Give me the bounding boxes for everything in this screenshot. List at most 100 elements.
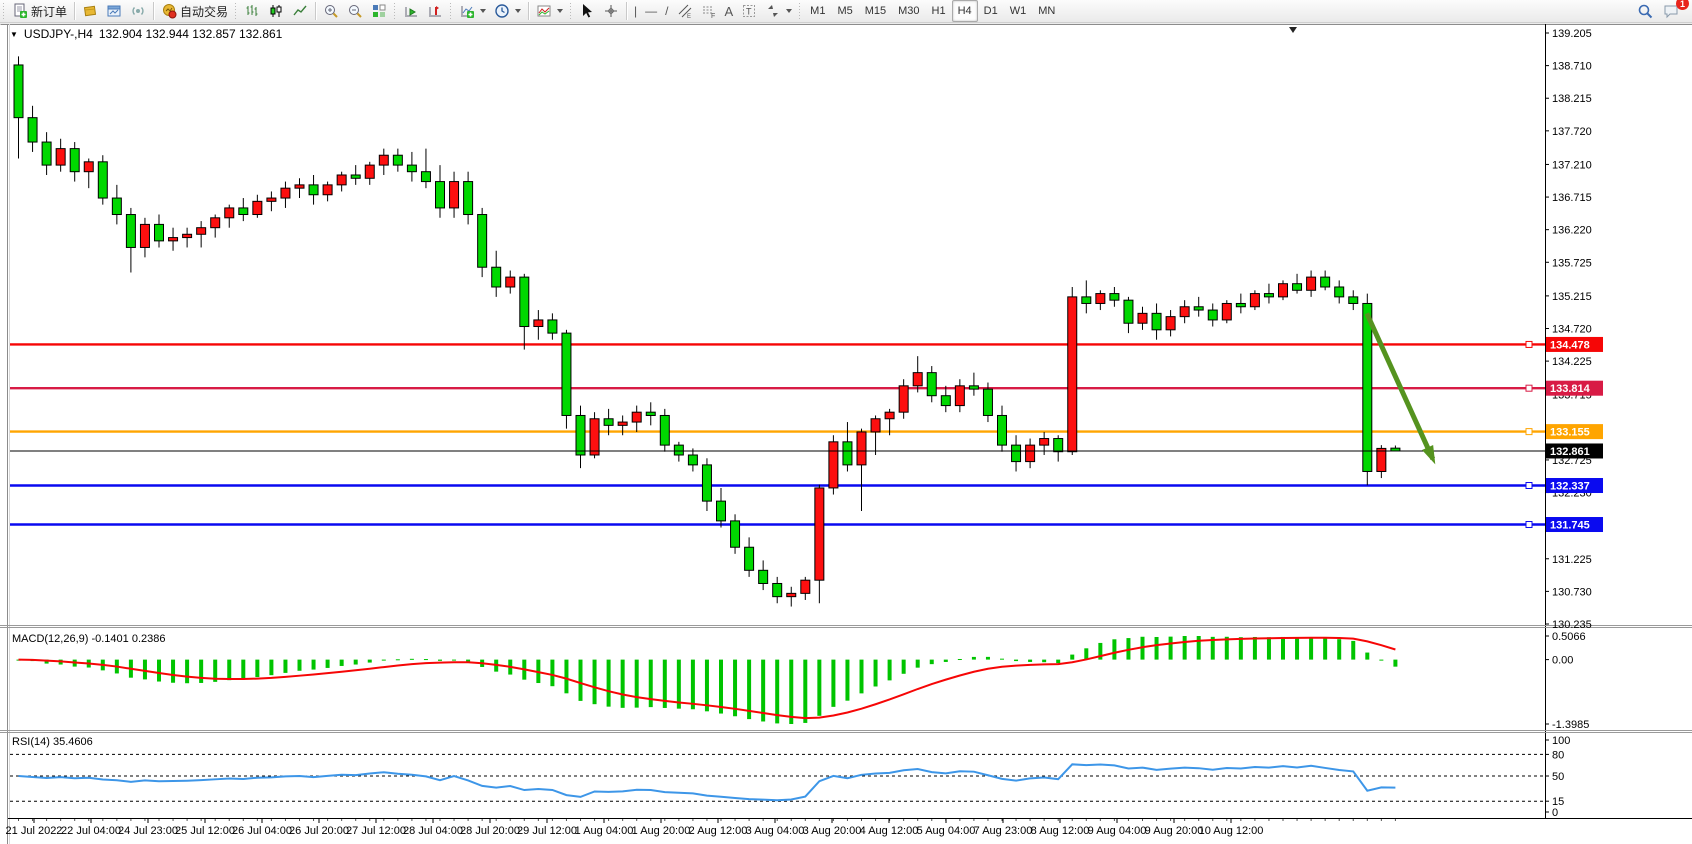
time-axis-label[interactable]: 4 Aug 12:00 — [860, 825, 919, 837]
svg-text:T: T — [746, 7, 752, 17]
time-axis-label[interactable]: 3 Aug 04:00 — [746, 825, 805, 837]
chart-window[interactable]: 139.205138.710138.215137.720137.210136.7… — [0, 24, 1692, 844]
chart-shift-marker-icon[interactable] — [1289, 27, 1297, 33]
time-axis-label[interactable]: 28 Jul 20:00 — [460, 825, 520, 837]
time-axis-label[interactable]: 3 Aug 20:00 — [803, 825, 862, 837]
candle-body — [225, 208, 234, 218]
timeframe-button-m1[interactable]: M1 — [804, 0, 831, 22]
time-axis-label[interactable]: 26 Jul 04:00 — [232, 825, 292, 837]
macd-histogram-bar — [1295, 637, 1299, 659]
zoom-in-button[interactable] — [319, 0, 343, 22]
label-tool-button[interactable]: T — [737, 0, 761, 22]
fibonacci-tool-button[interactable]: F — [697, 0, 721, 22]
chart-canvas[interactable]: 139.205138.710138.215137.720137.210136.7… — [0, 24, 1692, 844]
signal-button[interactable] — [126, 0, 150, 22]
hline-handle[interactable] — [1526, 522, 1532, 528]
indicators-button[interactable] — [455, 0, 490, 22]
candle-body — [548, 320, 557, 333]
rsi-axis-label: 80 — [1552, 749, 1564, 761]
sell-arrowhead[interactable] — [1422, 445, 1435, 464]
auto-scroll-button[interactable] — [399, 0, 423, 22]
timeframe-button-m15[interactable]: M15 — [859, 0, 892, 22]
macd-histogram-bar — [874, 660, 878, 687]
candle-chart-button[interactable] — [264, 0, 288, 22]
candle-body — [998, 415, 1007, 445]
candle-body — [1026, 445, 1035, 461]
bar-chart-button[interactable] — [240, 0, 264, 22]
timeframe-button-m30[interactable]: M30 — [892, 0, 925, 22]
trendline-tool-button[interactable]: / — [661, 0, 672, 22]
candle-body — [70, 149, 79, 172]
macd-histogram-bar — [382, 660, 386, 661]
arrows-tool-button[interactable] — [761, 0, 796, 22]
candle-body — [379, 155, 388, 165]
market-depth-icon — [82, 3, 98, 19]
time-axis-label[interactable]: 27 Jul 12:00 — [346, 825, 406, 837]
time-axis-label[interactable]: 10 Aug 12:00 — [1199, 825, 1264, 837]
time-axis-label[interactable]: 24 Jul 23:00 — [118, 825, 178, 837]
macd-histogram-bar — [860, 660, 864, 694]
hline-handle[interactable] — [1526, 429, 1532, 435]
macd-histogram-bar — [157, 660, 161, 682]
hline-tool-button[interactable]: — — [641, 0, 661, 22]
toolbar-grip[interactable] — [2, 3, 6, 19]
cursor-tool-button[interactable] — [575, 0, 599, 22]
timeframe-button-d1[interactable]: D1 — [978, 0, 1004, 22]
candle-body — [169, 238, 178, 241]
time-axis-label[interactable]: 22 Jul 04:00 — [61, 825, 121, 837]
crosshair-tool-button[interactable] — [599, 0, 623, 22]
time-axis-label[interactable]: 9 Aug 04:00 — [1088, 825, 1147, 837]
templates-button[interactable] — [532, 0, 567, 22]
notifications-button[interactable]: 1 — [1658, 0, 1684, 22]
hline-handle[interactable] — [1526, 341, 1532, 347]
hline-handle[interactable] — [1526, 385, 1532, 391]
time-axis-label[interactable]: 9 Aug 20:00 — [1145, 825, 1204, 837]
time-axis-label[interactable]: 21 Jul 2022 — [6, 825, 63, 837]
line-chart-button[interactable] — [288, 0, 312, 22]
time-axis-label[interactable]: 8 Aug 12:00 — [1031, 825, 1090, 837]
timeframe-button-h1[interactable]: H1 — [926, 0, 952, 22]
search-button[interactable] — [1633, 0, 1658, 22]
new-order-icon — [12, 3, 28, 19]
candle-body — [281, 188, 290, 198]
time-axis-label[interactable]: 29 Jul 12:00 — [517, 825, 577, 837]
zoom-out-button[interactable] — [343, 0, 367, 22]
time-axis-label[interactable]: 5 Aug 04:00 — [917, 825, 976, 837]
hline-handle[interactable] — [1526, 483, 1532, 489]
candle-body — [1250, 294, 1259, 307]
zoom-in-icon — [323, 3, 339, 19]
time-axis-label[interactable]: 26 Jul 20:00 — [289, 825, 349, 837]
time-axis-label[interactable]: 2 Aug 12:00 — [689, 825, 748, 837]
macd-histogram-bar — [916, 660, 920, 668]
channel-tool-button[interactable]: E — [673, 0, 697, 22]
time-axis-label[interactable]: 7 Aug 23:00 — [974, 825, 1033, 837]
timeframe-button-m5[interactable]: M5 — [831, 0, 858, 22]
vline-tool-button[interactable]: | — [630, 0, 641, 22]
candle-body — [1180, 307, 1189, 317]
time-axis-label[interactable]: 28 Jul 04:00 — [403, 825, 463, 837]
time-axis-label[interactable]: 1 Aug 20:00 — [632, 825, 691, 837]
trendline-icon: / — [665, 5, 668, 17]
candle-body — [239, 208, 248, 215]
timeframe-button-mn[interactable]: MN — [1032, 0, 1061, 22]
time-axis-label[interactable]: 1 Aug 04:00 — [575, 825, 634, 837]
sell-arrow-annotation[interactable] — [1367, 313, 1433, 459]
new-chart-button[interactable] — [102, 0, 126, 22]
time-axis-label[interactable]: 25 Jul 12:00 — [175, 825, 235, 837]
main-toolbar: 新订单 自动交易 — [0, 0, 1692, 23]
text-tool-button[interactable]: A — [721, 0, 738, 22]
market-depth-button[interactable] — [78, 0, 102, 22]
candle-body — [576, 415, 585, 455]
chart-shift-button[interactable] — [423, 0, 447, 22]
candle-body — [660, 415, 669, 445]
timeframe-button-h4[interactable]: H4 — [952, 0, 978, 22]
new-order-button[interactable]: 新订单 — [8, 0, 71, 22]
periods-button[interactable] — [490, 0, 525, 22]
timeframe-button-w1[interactable]: W1 — [1004, 0, 1033, 22]
candle-body — [927, 373, 936, 396]
auto-trading-button[interactable]: 自动交易 — [157, 0, 232, 22]
collapse-marker-icon[interactable]: ▼ — [10, 30, 18, 39]
candle-body — [1124, 300, 1133, 323]
tile-windows-button[interactable] — [367, 0, 391, 22]
candle-body — [941, 396, 950, 406]
